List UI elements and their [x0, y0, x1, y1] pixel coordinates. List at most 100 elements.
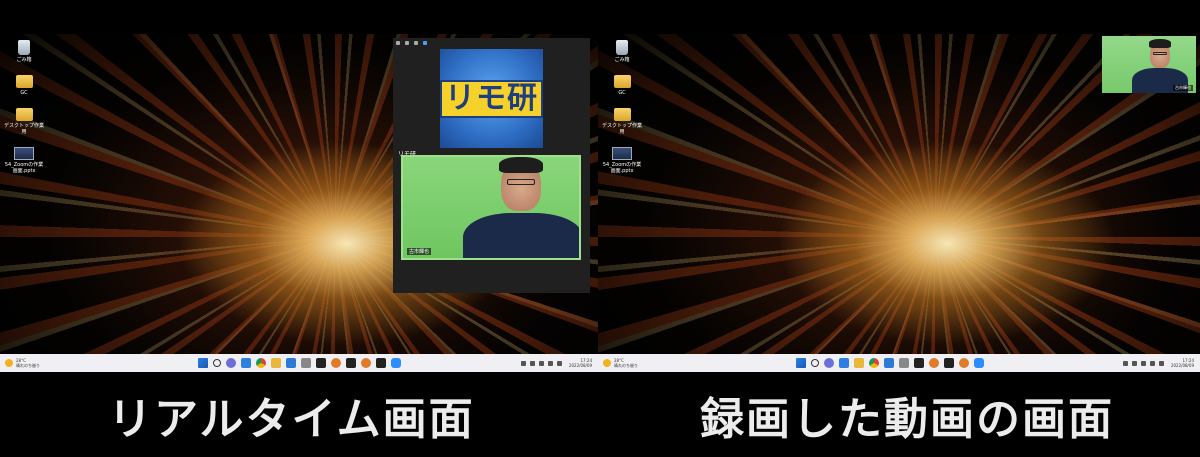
person-body [463, 213, 579, 258]
desktop-icon-label: デスクトップ作業用 [601, 123, 642, 135]
file-explorer-icon[interactable] [271, 358, 281, 368]
tray-icon[interactable] [1140, 360, 1146, 366]
desktop-icon-work-folder[interactable]: デスクトップ作業用 [4, 108, 44, 135]
desktop-icon-label: ごみ箱 [614, 57, 630, 63]
desktop-icon-work-folder[interactable]: デスクトップ作業用 [602, 108, 642, 135]
weather-desc: 晴れのち曇り [16, 363, 40, 368]
start-icon[interactable] [796, 358, 806, 368]
clock[interactable]: 17:24 2022/08/09 [1171, 358, 1194, 368]
desktop-icon-recycle-bin[interactable]: ごみ箱 [602, 40, 642, 63]
app-icon[interactable] [376, 358, 386, 368]
app-icon[interactable] [929, 358, 939, 368]
app-icon[interactable] [884, 358, 894, 368]
mail-icon[interactable] [241, 358, 251, 368]
tray-icon[interactable] [529, 360, 535, 366]
clock-date: 2022/08/09 [1170, 363, 1194, 368]
recorded-screen-caption: 録画した動画の画面 [700, 394, 1114, 445]
person-glasses [1153, 52, 1167, 55]
gallery-icon[interactable] [414, 41, 418, 45]
app-icon[interactable] [316, 358, 326, 368]
app-icon[interactable] [301, 358, 311, 368]
recycle-bin-icon [616, 40, 628, 55]
desktop-icon-gc-folder[interactable]: GC [602, 75, 642, 96]
desktop-icon-label: GC [20, 90, 28, 96]
desktop-icons: ごみ箱 GC デスクトップ作業用 54_Zoomの作業画面.pptx [4, 40, 44, 186]
participant-tile-logo[interactable]: リモ研 [440, 49, 543, 148]
desktop-icon-gc-folder[interactable]: GC [4, 75, 44, 96]
folder-icon [15, 75, 33, 88]
pptx-file-icon [612, 147, 632, 160]
mail-icon[interactable] [839, 358, 849, 368]
tray-icon[interactable] [1131, 360, 1137, 366]
desktop-icons: ごみ箱 GC デスクトップ作業用 54_Zoomの作業画面.pptx [602, 40, 642, 186]
desktop-icon-label: デスクトップ作業用 [3, 123, 44, 135]
realtime-screen-caption: リアルタイム画面 [108, 394, 475, 445]
app-icon[interactable] [361, 358, 371, 368]
zoom-icon[interactable] [391, 358, 401, 368]
folder-icon [613, 108, 631, 121]
tray-icon[interactable] [1122, 360, 1128, 366]
search-icon[interactable] [213, 359, 221, 367]
remoken-logo: リモ研 [440, 79, 543, 118]
participant-name-label: 古市輝也 [407, 248, 432, 255]
start-icon[interactable] [198, 358, 208, 368]
desktop-icon-recycle-bin[interactable]: ごみ箱 [4, 40, 44, 63]
windows-taskbar: 28°C 晴れのち曇り 17:24 2022/08/09 [598, 354, 1200, 372]
wifi-icon[interactable] [1149, 360, 1155, 366]
taskbar-apps [198, 358, 401, 368]
speaker-view-icon[interactable] [423, 41, 427, 45]
desktop-icon-pptx-file[interactable]: 54_Zoomの作業画面.pptx [4, 147, 44, 174]
desktop-icon-label: 54_Zoomの作業画面.pptx [4, 162, 44, 174]
folder-icon [15, 108, 33, 121]
clock[interactable]: 17:24 2022/08/09 [569, 358, 592, 368]
tray-icon[interactable] [520, 360, 526, 366]
volume-icon[interactable] [556, 360, 562, 366]
participant-video-tile[interactable]: 古市輝也 [401, 155, 581, 260]
folder-icon [613, 75, 631, 88]
pptx-file-icon [14, 147, 34, 160]
person-hair [499, 157, 543, 173]
tray-icon[interactable] [538, 360, 544, 366]
system-tray: 17:24 2022/08/09 [520, 358, 592, 368]
recorded-speaker-video: 古市輝也 [1102, 36, 1196, 93]
view-icon[interactable] [396, 41, 400, 45]
person-glasses [507, 179, 535, 185]
search-icon[interactable] [811, 359, 819, 367]
zoom-window-titlebar [393, 38, 590, 48]
windows-taskbar: 28°C 晴れのち曇り 17:24 2022/08/09 [0, 354, 598, 372]
weather-desc: 晴れのち曇り [614, 363, 638, 368]
realtime-screen-panel: ごみ箱 GC デスクトップ作業用 54_Zoomの作業画面.pptx リモ研 リ… [0, 34, 598, 372]
app-icon[interactable] [944, 358, 954, 368]
desktop-icon-label: GC [618, 90, 626, 96]
taskbar-apps [796, 358, 984, 368]
sun-icon [5, 359, 13, 367]
zoom-meeting-window[interactable]: リモ研 リモ研 古市輝也 [393, 38, 590, 293]
weather-widget[interactable]: 28°C 晴れのち曇り [5, 358, 65, 368]
participant-name-label: 古市輝也 [1173, 85, 1193, 91]
app-icon[interactable] [959, 358, 969, 368]
desktop-icon-pptx-file[interactable]: 54_Zoomの作業画面.pptx [602, 147, 642, 174]
sun-icon [603, 359, 611, 367]
chrome-icon[interactable] [869, 358, 879, 368]
file-explorer-icon[interactable] [854, 358, 864, 368]
chat-icon[interactable] [226, 358, 236, 368]
zoom-icon[interactable] [974, 358, 984, 368]
chat-icon[interactable] [824, 358, 834, 368]
recorded-screen-panel: ごみ箱 GC デスクトップ作業用 54_Zoomの作業画面.pptx 古市輝也 … [598, 34, 1200, 372]
weather-widget[interactable]: 28°C 晴れのち曇り [603, 358, 663, 368]
chrome-icon[interactable] [256, 358, 266, 368]
system-tray: 17:24 2022/08/09 [1122, 358, 1194, 368]
app-icon[interactable] [286, 358, 296, 368]
volume-icon[interactable] [1158, 360, 1164, 366]
app-icon[interactable] [346, 358, 356, 368]
person-hair [1149, 39, 1171, 48]
recycle-bin-icon [18, 40, 30, 55]
app-icon[interactable] [899, 358, 909, 368]
app-icon[interactable] [914, 358, 924, 368]
clock-date: 2022/08/09 [568, 363, 592, 368]
app-icon[interactable] [331, 358, 341, 368]
desktop-icon-label: 54_Zoomの作業画面.pptx [602, 162, 642, 174]
wifi-icon[interactable] [547, 360, 553, 366]
layout-icon[interactable] [405, 41, 409, 45]
desktop-icon-label: ごみ箱 [16, 57, 32, 63]
